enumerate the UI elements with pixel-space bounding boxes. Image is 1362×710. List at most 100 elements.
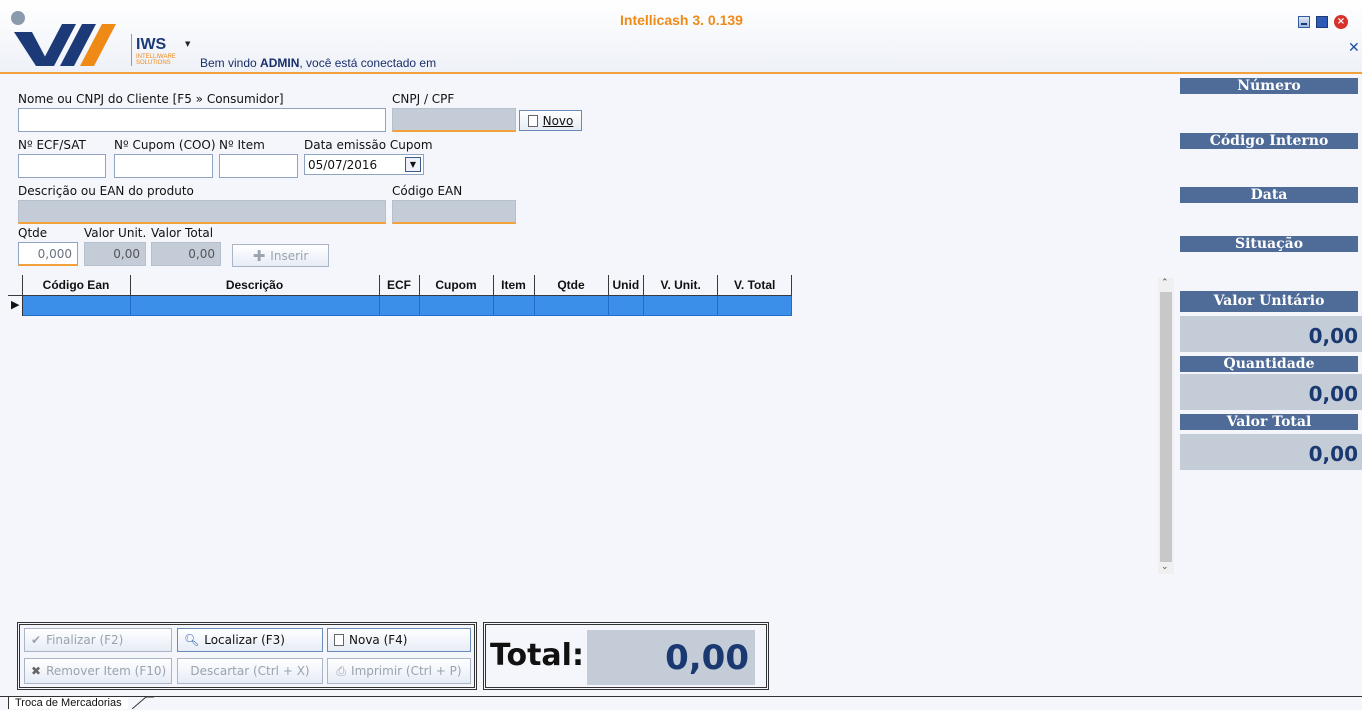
minimize-icon[interactable] xyxy=(1298,16,1310,28)
client-input[interactable] xyxy=(18,108,386,132)
col-ecf[interactable]: ECF xyxy=(378,275,420,296)
table-row[interactable]: ▶ xyxy=(8,294,793,316)
col-v-unit[interactable]: V. Unit. xyxy=(643,275,719,296)
valor-unit-label: Valor Unit. xyxy=(84,226,147,240)
cell-qtde[interactable] xyxy=(533,294,609,316)
cell-ecf[interactable] xyxy=(378,294,420,316)
cnpj-label: CNPJ / CPF xyxy=(392,92,455,106)
ecf-label: Nº ECF/SAT xyxy=(18,138,86,152)
iws-logo-icon xyxy=(11,11,116,66)
qtde-label: Qtde xyxy=(18,226,48,240)
x-icon: ✖ xyxy=(31,664,42,678)
finalizar-button[interactable]: ✔ Finalizar (F2) xyxy=(24,628,172,652)
quantidade-header: Quantidade xyxy=(1180,356,1358,372)
descricao-input[interactable] xyxy=(18,200,386,224)
inserir-button[interactable]: ✚ Inserir xyxy=(232,244,329,267)
col-item[interactable]: Item xyxy=(492,275,535,296)
scroll-down-icon[interactable]: ⌄ xyxy=(1161,562,1169,572)
finalizar-label: Finalizar (F2) xyxy=(46,633,124,647)
check-icon: ✔ xyxy=(31,633,42,647)
new-document-icon xyxy=(334,634,344,646)
nova-label: Nova (F4) xyxy=(349,633,408,647)
scrollbar-thumb[interactable] xyxy=(1160,292,1172,562)
data-emissao-input[interactable]: 05/07/2016 ▼ xyxy=(304,154,424,175)
tab-troca-de-mercadorias[interactable]: Troca de Mercadorias xyxy=(8,697,128,709)
cell-unid[interactable] xyxy=(607,294,645,316)
cell-item[interactable] xyxy=(492,294,535,316)
items-grid[interactable]: Código Ean Descrição ECF Cupom Item Qtde… xyxy=(8,275,1174,575)
cell-v-total[interactable] xyxy=(717,294,793,316)
localizar-label: Localizar (F3) xyxy=(204,633,285,647)
imprimir-label: Imprimir (Ctrl + P) xyxy=(351,664,462,678)
cnpj-input[interactable] xyxy=(392,108,516,132)
grid-header-row: Código Ean Descrição ECF Cupom Item Qtde… xyxy=(8,275,793,296)
grid-scrollbar[interactable]: ⌃ ⌄ xyxy=(1158,278,1174,574)
valor-total-header: Valor Total xyxy=(1180,414,1358,430)
plus-icon: ✚ xyxy=(252,246,266,265)
total-value: 0,00 xyxy=(587,630,755,685)
valor-unitario-header: Valor Unitário xyxy=(1180,291,1358,312)
valor-total-input[interactable]: 0,00 xyxy=(151,242,221,266)
grid-indicator-header xyxy=(8,275,23,296)
numero-header: Número xyxy=(1180,78,1358,94)
item-input[interactable] xyxy=(219,154,298,178)
tab-bar xyxy=(0,696,1362,709)
printer-icon: ⎙ xyxy=(336,663,347,678)
data-emissao-value: 05/07/2016 xyxy=(308,158,378,172)
items-table: Código Ean Descrição ECF Cupom Item Qtde… xyxy=(8,275,793,316)
search-icon: 🔍︎ xyxy=(184,633,200,647)
scroll-up-icon[interactable]: ⌃ xyxy=(1161,278,1169,288)
descartar-label: Descartar (Ctrl + X) xyxy=(190,664,310,678)
valor-total-value: 0,00 xyxy=(1180,434,1362,470)
quantidade-value: 0,00 xyxy=(1180,374,1362,410)
tab-edge-icon xyxy=(132,697,154,709)
codigo-interno-header: Código Interno xyxy=(1180,133,1358,149)
cell-cupom[interactable] xyxy=(418,294,494,316)
qtde-input[interactable]: 0,000 xyxy=(18,242,78,266)
item-label: Nº Item xyxy=(219,138,265,152)
user-menu-arrow[interactable]: ▼ xyxy=(185,40,190,48)
remover-item-button[interactable]: ✖ Remover Item (F10) xyxy=(24,658,172,684)
close-icon[interactable]: × xyxy=(1334,15,1348,29)
maximize-icon[interactable] xyxy=(1316,16,1328,28)
data-emissao-label: Data emissão Cupom xyxy=(304,138,433,152)
novo-button[interactable]: Novo xyxy=(519,110,582,131)
nova-button[interactable]: Nova (F4) xyxy=(327,628,471,652)
window-title: Intellicash 3. 0.139 xyxy=(620,12,743,28)
cupom-label: Nº Cupom (COO) xyxy=(114,138,216,152)
logo-subtext: INTELLIWARE SOLUTIONS xyxy=(136,54,176,66)
localizar-button[interactable]: 🔍︎ Localizar (F3) xyxy=(177,628,323,652)
remover-label: Remover Item (F10) xyxy=(46,664,167,678)
data-header: Data xyxy=(1180,187,1358,203)
valor-unit-input[interactable]: 0,00 xyxy=(84,242,146,266)
client-label: Nome ou CNPJ do Cliente [F5 » Consumidor… xyxy=(18,92,284,106)
total-label: Total: xyxy=(490,638,584,673)
row-indicator-icon: ▶ xyxy=(8,295,23,315)
cell-v-unit[interactable] xyxy=(643,294,719,316)
col-v-total[interactable]: V. Total xyxy=(717,275,793,296)
ecf-input[interactable] xyxy=(18,154,106,178)
cupom-input[interactable] xyxy=(114,154,213,178)
situacao-header: Situação xyxy=(1180,236,1358,252)
descartar-button[interactable]: Descartar (Ctrl + X) xyxy=(177,658,323,684)
cell-codigo-ean[interactable] xyxy=(21,294,131,316)
col-qtde[interactable]: Qtde xyxy=(533,275,609,296)
cell-descricao[interactable] xyxy=(129,294,380,316)
col-unid[interactable]: Unid xyxy=(607,275,645,296)
descricao-label: Descrição ou EAN do produto xyxy=(18,184,194,198)
col-codigo-ean[interactable]: Código Ean xyxy=(21,275,131,296)
logo-text: IWS xyxy=(136,36,167,53)
imprimir-button[interactable]: ⎙ Imprimir (Ctrl + P) xyxy=(327,658,471,684)
app-header: IWS INTELLIWARE SOLUTIONS ▼ Intellicash … xyxy=(0,0,1362,74)
valor-total-label: Valor Total xyxy=(151,226,214,240)
close-tab-icon[interactable]: ✕ xyxy=(1348,40,1360,56)
date-dropdown-icon[interactable]: ▼ xyxy=(405,157,421,172)
novo-button-label: Novo xyxy=(542,113,574,128)
ean-label: Código EAN xyxy=(392,184,463,198)
welcome-message: Bem vindo ADMIN, você está conectado em xyxy=(200,56,437,70)
logo-divider xyxy=(131,34,132,66)
inserir-button-label: Inserir xyxy=(270,248,309,263)
col-cupom[interactable]: Cupom xyxy=(418,275,494,296)
ean-input[interactable] xyxy=(392,200,516,224)
col-descricao[interactable]: Descrição xyxy=(129,275,380,296)
